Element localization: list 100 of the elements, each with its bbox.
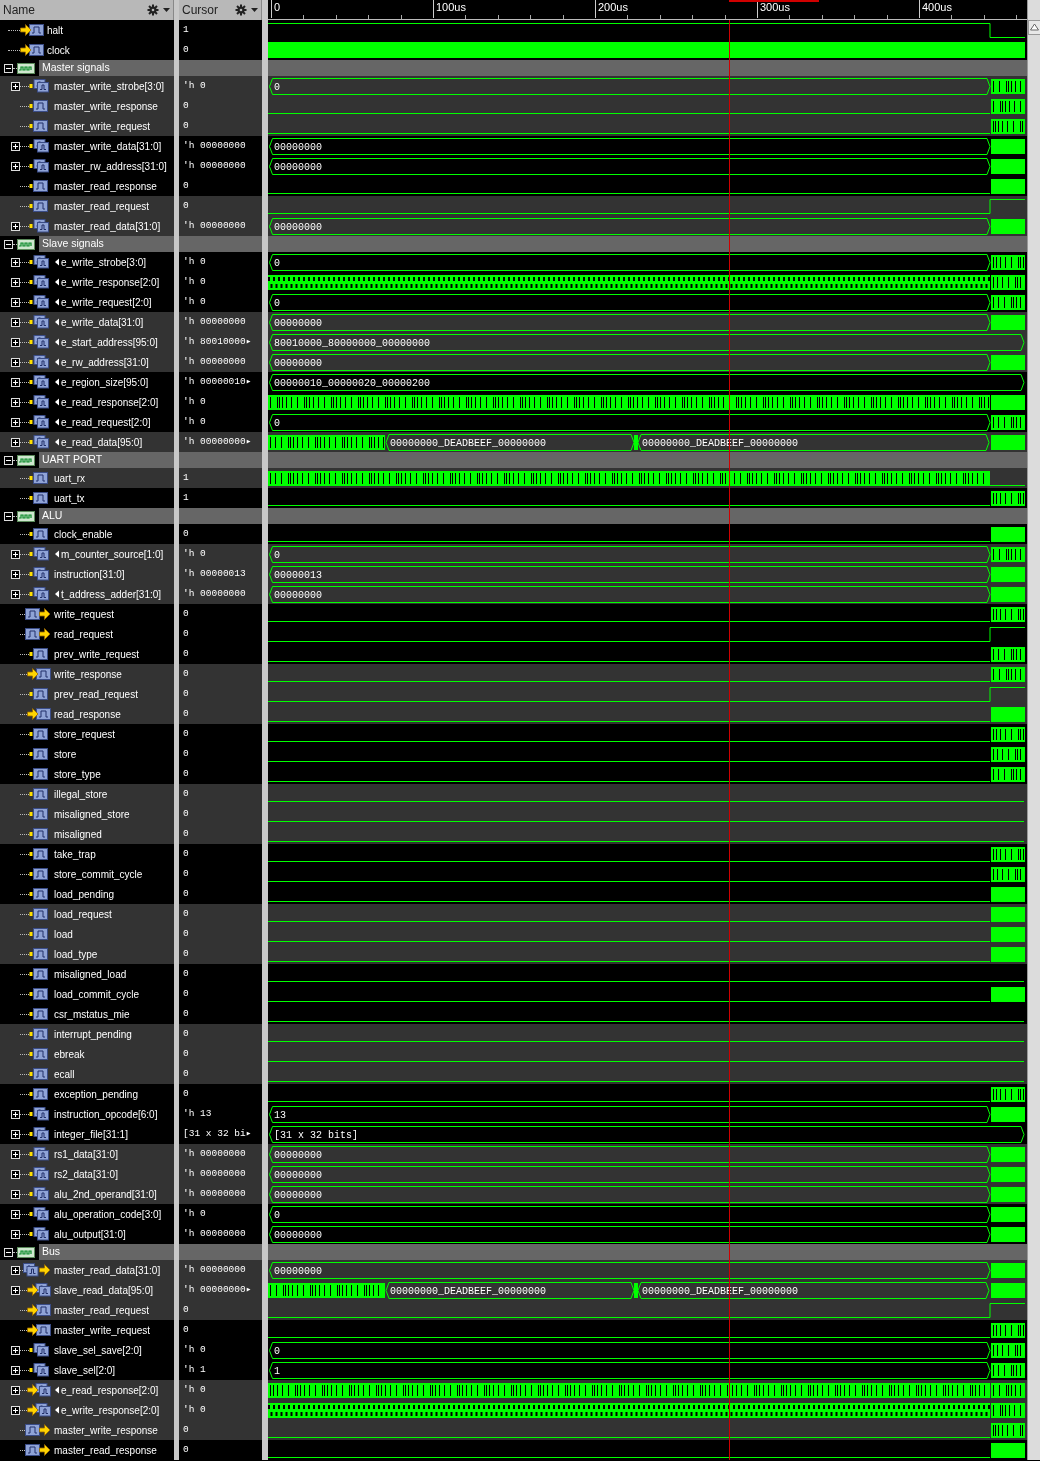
signal-name[interactable]: e_read_response[2:0] [61, 394, 159, 410]
column-header[interactable]: Name [3, 1, 35, 19]
collapse-icon[interactable] [4, 511, 13, 521]
expand-icon[interactable] [11, 549, 20, 559]
signal-name[interactable]: master_write_request [54, 1322, 151, 1338]
signal-name[interactable]: load_pending [54, 886, 115, 902]
signal-name[interactable]: clock [47, 42, 70, 58]
bus-icon [29, 1147, 51, 1161]
expand-icon[interactable] [11, 1385, 20, 1395]
signal-name[interactable]: store_request [54, 726, 116, 742]
signal-name[interactable]: clock_enable [54, 526, 113, 542]
signal-name[interactable]: store_type [54, 766, 101, 782]
expand-icon[interactable] [11, 397, 20, 407]
expand-icon[interactable] [11, 417, 20, 427]
expand-icon[interactable] [11, 1189, 20, 1199]
gear-icon[interactable] [235, 4, 247, 16]
signal-value: 0 [183, 866, 189, 881]
signal-name[interactable]: e_write_request[2:0] [61, 294, 152, 310]
signal-name[interactable]: load_commit_cycle [54, 986, 140, 1002]
signal-name[interactable]: ecall [54, 1066, 75, 1082]
expand-icon[interactable] [11, 257, 20, 267]
signal-icon [29, 491, 51, 505]
expand-icon[interactable] [11, 589, 20, 599]
expand-icon[interactable] [11, 141, 20, 151]
caret-icon[interactable] [163, 8, 170, 12]
signal-name[interactable]: alu_output[31:0] [54, 1226, 126, 1242]
signal-name[interactable]: write_request [54, 606, 115, 622]
group-name[interactable]: Slave signals [39, 236, 174, 252]
expand-icon[interactable] [11, 81, 20, 91]
signal-name[interactable]: instruction_opcode[6:0] [54, 1106, 158, 1122]
signal-name[interactable]: misaligned_load [54, 966, 127, 982]
signal-icon [29, 867, 51, 881]
group-name[interactable]: Bus [39, 1244, 174, 1260]
signal-name[interactable]: load [54, 926, 73, 942]
signal-name[interactable]: csr_mstatus_mie [54, 1006, 130, 1022]
signal-name[interactable]: slave_sel_save[2:0] [54, 1342, 142, 1358]
expand-icon[interactable] [11, 1209, 20, 1219]
signal-name[interactable]: read_request [54, 626, 113, 642]
expand-icon[interactable] [11, 377, 20, 387]
scroll-up-button[interactable] [1028, 20, 1040, 35]
expand-icon[interactable] [11, 1365, 20, 1375]
signal-name[interactable]: exception_pending [54, 1086, 138, 1102]
signal-name[interactable]: uart_rx [54, 470, 86, 486]
signal-icon [29, 727, 51, 741]
signal-name[interactable]: master_read_response [54, 1442, 157, 1458]
signal-name[interactable]: e_read_request[2:0] [61, 414, 151, 430]
group-name[interactable]: ALU [39, 508, 174, 524]
expand-icon[interactable] [11, 1109, 20, 1119]
signal-name[interactable]: master_read_response [54, 178, 157, 194]
cursor-marker[interactable] [729, 0, 819, 2]
signal-name[interactable]: alu_operation_code[3:0] [54, 1206, 162, 1222]
expand-icon[interactable] [11, 1169, 20, 1179]
signal-name[interactable]: uart_tx [54, 490, 85, 506]
expand-icon[interactable] [11, 1405, 20, 1415]
signal-value: 0 [183, 886, 189, 901]
collapse-icon[interactable] [4, 63, 13, 73]
cursor-line[interactable] [729, 20, 730, 1460]
expand-icon[interactable] [11, 277, 20, 287]
expand-icon[interactable] [11, 1265, 20, 1275]
bus-value: 00000000 [274, 318, 322, 329]
group-name[interactable]: UART PORT [39, 452, 174, 468]
signal-name[interactable]: e_region_size[95:0] [61, 374, 149, 390]
signal-name[interactable]: master_rw_address[31:0] [54, 158, 167, 174]
bus-value: 1 [274, 1366, 280, 1377]
caret-icon[interactable] [251, 8, 258, 12]
signal-name[interactable]: store [54, 746, 77, 762]
collapse-icon[interactable] [4, 1247, 13, 1257]
collapse-icon[interactable] [4, 455, 13, 465]
signal-name[interactable]: e_write_response[2:0] [61, 274, 160, 290]
expand-icon[interactable] [11, 337, 20, 347]
expand-icon[interactable] [11, 161, 20, 171]
expand-icon[interactable] [11, 437, 20, 447]
signal-name[interactable]: slave_sel[2:0] [54, 1362, 116, 1378]
expand-icon[interactable] [11, 569, 20, 579]
signal-name[interactable]: ebreak [54, 1046, 85, 1062]
expand-icon[interactable] [11, 357, 20, 367]
expand-icon[interactable] [11, 1345, 20, 1355]
expand-icon[interactable] [11, 1129, 20, 1139]
expand-icon[interactable] [11, 1285, 20, 1295]
expand-icon[interactable] [11, 1229, 20, 1239]
signal-name[interactable]: e_write_strobe[3:0] [61, 254, 147, 270]
signal-name[interactable]: halt [47, 22, 64, 38]
expand-icon[interactable] [11, 1149, 20, 1159]
signal-name[interactable]: prev_write_request [54, 646, 140, 662]
column-splitter[interactable] [262, 1440, 268, 1460]
column-splitter[interactable] [174, 1440, 179, 1460]
expand-icon[interactable] [11, 297, 20, 307]
gear-icon[interactable] [147, 4, 159, 16]
expand-icon[interactable] [11, 221, 20, 231]
collapse-icon[interactable] [4, 239, 13, 249]
signal-name[interactable]: integer_file[31:1] [54, 1126, 128, 1142]
bus-value: 80010000_80000000_00000000 [274, 338, 431, 349]
signal-name[interactable]: take_trap [54, 846, 96, 862]
signal-icon [29, 887, 51, 901]
bus-value: 0 [274, 1210, 280, 1221]
signal-name[interactable]: store_commit_cycle [54, 866, 143, 882]
group-name[interactable]: Master signals [39, 60, 174, 76]
signal-name[interactable]: master_write_data[31:0] [54, 138, 162, 154]
bus-value: 0 [274, 258, 280, 269]
expand-icon[interactable] [11, 317, 20, 327]
